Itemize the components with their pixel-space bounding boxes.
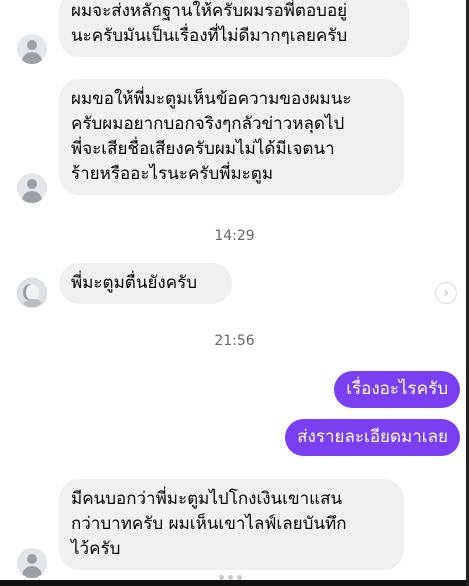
incoming-message[interactable]: ผมขอให้พี่มะตูมเห็นข้อความของผมนะ ครับผม… [59, 79, 404, 195]
sender-avatar[interactable] [17, 173, 47, 203]
sender-avatar[interactable] [17, 278, 47, 308]
bottom-border [0, 580, 469, 586]
incoming-message[interactable]: ผมจะส่งหลักฐานให้ครับผมรอพี่ตอบอยู่ นะคร… [59, 0, 409, 57]
avatar-face-icon [26, 284, 39, 300]
avatar-body-icon [22, 191, 42, 203]
avatar-head-icon [27, 554, 37, 564]
timestamp: 14:29 [214, 228, 255, 244]
outgoing-message[interactable]: ส่งรายละเอียดมาเลย [285, 419, 460, 456]
avatar-body-icon [22, 566, 42, 578]
chevron-right-icon[interactable]: › [435, 282, 457, 304]
avatar-shoulder-icon [22, 299, 44, 307]
avatar-head-icon [27, 40, 37, 50]
sender-avatar[interactable] [17, 548, 47, 578]
chat-thread: ผมจะส่งหลักฐานให้ครับผมรอพี่ตอบอยู่ นะคร… [0, 0, 469, 586]
avatar-body-icon [22, 52, 42, 64]
outgoing-message[interactable]: เรื่องอะไรครับ [334, 371, 460, 408]
incoming-message[interactable]: มีคนบอกว่าพี่มะตูมไปโกงเงินเขาแสน กว่าบา… [59, 479, 404, 570]
incoming-message[interactable]: พี่มะตูมตื่นยังครับ [59, 263, 232, 304]
timestamp: 21:56 [214, 333, 255, 349]
sender-avatar[interactable] [17, 34, 47, 64]
avatar-head-icon [27, 179, 37, 189]
